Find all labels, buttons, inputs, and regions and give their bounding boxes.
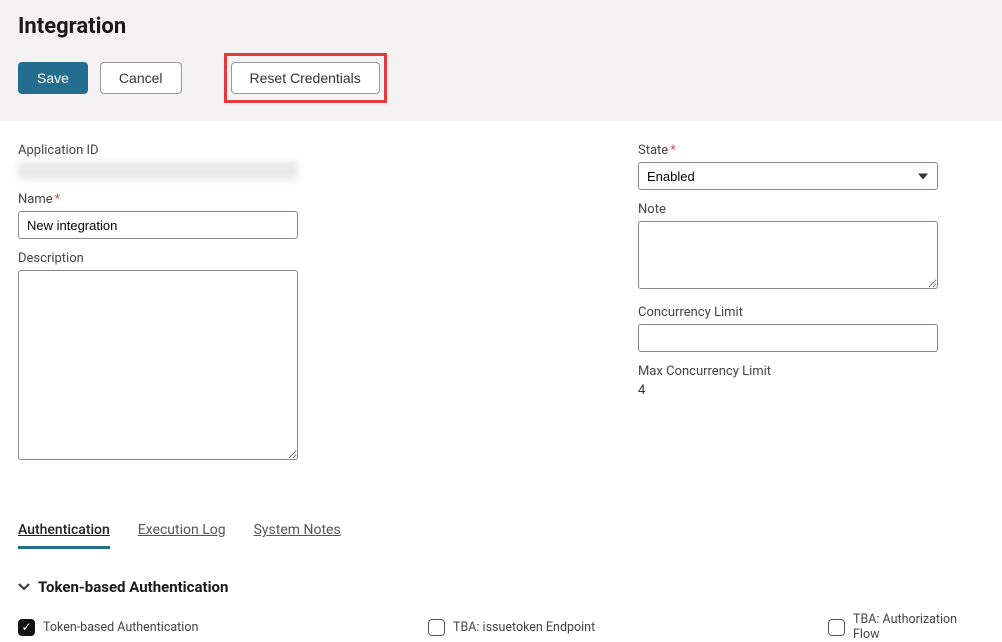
chevron-down-icon[interactable] — [18, 580, 30, 595]
checkbox-tba-authorization-flow[interactable] — [828, 619, 845, 636]
reset-credentials-button[interactable]: Reset Credentials — [231, 62, 380, 94]
tab-authentication[interactable]: Authentication — [18, 522, 110, 549]
checkbox-label: TBA: issuetoken Endpoint — [453, 620, 595, 635]
page-title: Integration — [18, 14, 984, 39]
checkbox-token-based-auth[interactable]: ✓ — [18, 619, 35, 636]
checkmark-icon: ✓ — [21, 621, 31, 633]
name-label: Name* — [18, 192, 638, 207]
application-id-value — [18, 162, 298, 180]
checkbox-label: TBA: Authorization Flow — [853, 612, 984, 642]
max-concurrency-limit-label: Max Concurrency Limit — [638, 364, 984, 379]
note-input[interactable] — [638, 221, 938, 289]
tabs-row: Authentication Execution Log System Note… — [18, 506, 984, 550]
highlight-annotation: Reset Credentials — [224, 53, 387, 103]
action-button-row: Save Cancel Reset Credentials — [18, 53, 984, 103]
save-button[interactable]: Save — [18, 62, 88, 94]
name-input[interactable] — [18, 211, 298, 239]
required-asterisk: * — [670, 143, 676, 158]
tab-system-notes[interactable]: System Notes — [254, 522, 341, 549]
checkbox-label: Token-based Authentication — [43, 620, 198, 635]
description-input[interactable] — [18, 270, 298, 460]
checkbox-tba-issuetoken[interactable] — [428, 619, 445, 636]
state-select[interactable]: Enabled — [638, 162, 938, 190]
required-asterisk: * — [55, 192, 61, 207]
description-label: Description — [18, 251, 638, 266]
tab-execution-log[interactable]: Execution Log — [138, 522, 226, 549]
max-concurrency-limit-value: 4 — [638, 383, 984, 398]
cancel-button[interactable]: Cancel — [100, 62, 182, 94]
concurrency-limit-input[interactable] — [638, 324, 938, 352]
concurrency-limit-label: Concurrency Limit — [638, 305, 984, 320]
note-label: Note — [638, 202, 984, 217]
application-id-label: Application ID — [18, 143, 638, 158]
section-title-token-auth: Token-based Authentication — [38, 578, 228, 596]
state-label: State* — [638, 143, 984, 158]
